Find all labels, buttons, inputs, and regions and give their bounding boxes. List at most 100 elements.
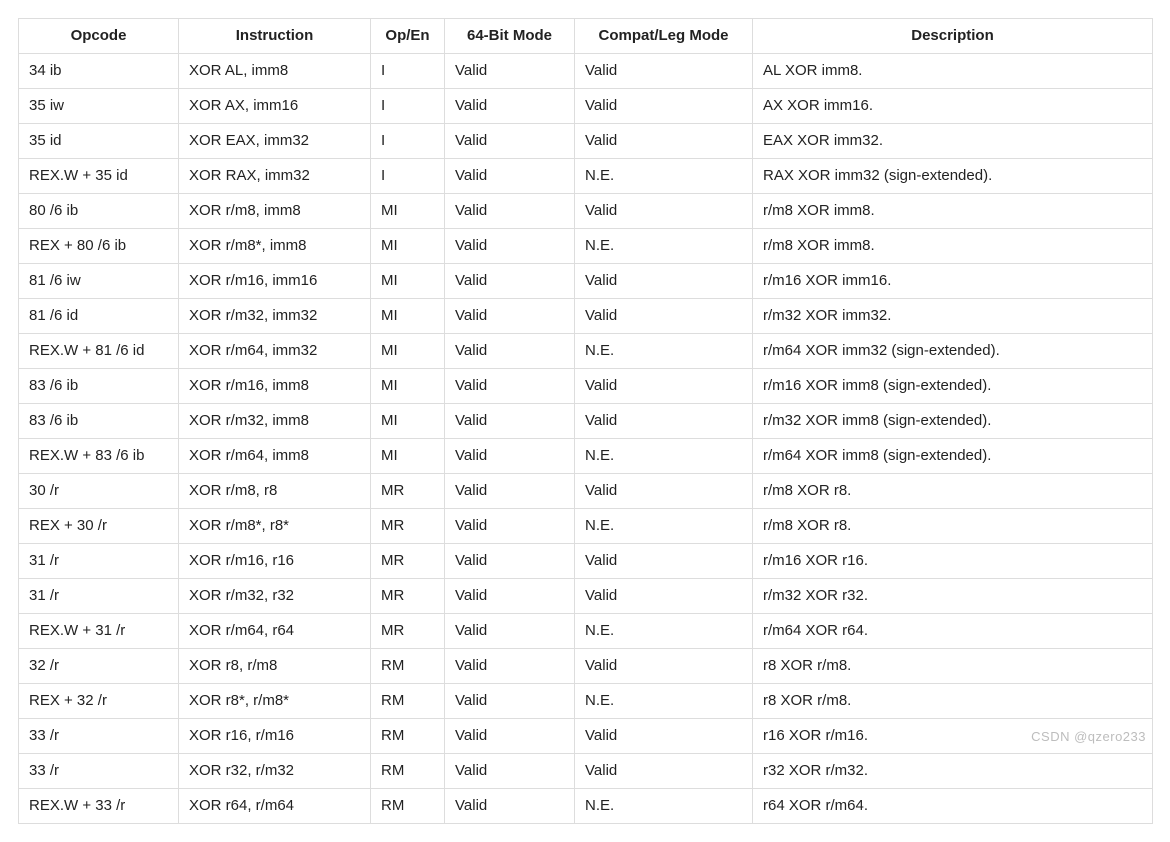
instruction-reference-table: Opcode Instruction Op/En 64-Bit Mode Com…: [18, 18, 1153, 824]
cell-opcode: REX + 30 /r: [19, 509, 179, 544]
cell-mode64: Valid: [445, 439, 575, 474]
cell-compat: Valid: [575, 719, 753, 754]
cell-opcode: 33 /r: [19, 754, 179, 789]
cell-instruction: XOR r/m32, imm32: [179, 299, 371, 334]
col-header-instruction: Instruction: [179, 19, 371, 54]
cell-opcode: 81 /6 id: [19, 299, 179, 334]
cell-opEn: MR: [371, 614, 445, 649]
cell-instruction: XOR AX, imm16: [179, 89, 371, 124]
cell-opEn: RM: [371, 789, 445, 824]
cell-description: r/m16 XOR imm16.: [753, 264, 1153, 299]
cell-compat: N.E.: [575, 789, 753, 824]
cell-instruction: XOR RAX, imm32: [179, 159, 371, 194]
col-header-compat-mode: Compat/Leg Mode: [575, 19, 753, 54]
cell-compat: Valid: [575, 544, 753, 579]
cell-description: r/m32 XOR imm32.: [753, 299, 1153, 334]
cell-mode64: Valid: [445, 579, 575, 614]
cell-opcode: 83 /6 ib: [19, 369, 179, 404]
cell-compat: Valid: [575, 264, 753, 299]
cell-opEn: MI: [371, 334, 445, 369]
table-row: 35 idXOR EAX, imm32IValidValidEAX XOR im…: [19, 124, 1153, 159]
cell-compat: N.E.: [575, 439, 753, 474]
cell-opEn: MI: [371, 194, 445, 229]
cell-opEn: MR: [371, 579, 445, 614]
cell-description: r/m8 XOR imm8.: [753, 229, 1153, 264]
cell-opEn: I: [371, 54, 445, 89]
cell-instruction: XOR r/m16, imm8: [179, 369, 371, 404]
cell-opcode: 81 /6 iw: [19, 264, 179, 299]
cell-compat: Valid: [575, 404, 753, 439]
table-header-row: Opcode Instruction Op/En 64-Bit Mode Com…: [19, 19, 1153, 54]
cell-compat: Valid: [575, 754, 753, 789]
cell-description: r/m32 XOR r32.: [753, 579, 1153, 614]
cell-mode64: Valid: [445, 334, 575, 369]
cell-opEn: MI: [371, 369, 445, 404]
col-header-op-en: Op/En: [371, 19, 445, 54]
cell-description: r/m64 XOR imm8 (sign-extended).: [753, 439, 1153, 474]
cell-description: RAX XOR imm32 (sign-extended).: [753, 159, 1153, 194]
cell-opcode: REX.W + 83 /6 ib: [19, 439, 179, 474]
cell-instruction: XOR r32, r/m32: [179, 754, 371, 789]
cell-mode64: Valid: [445, 789, 575, 824]
cell-mode64: Valid: [445, 754, 575, 789]
cell-description: r8 XOR r/m8.: [753, 649, 1153, 684]
cell-instruction: XOR EAX, imm32: [179, 124, 371, 159]
table-row: 81 /6 idXOR r/m32, imm32MIValidValidr/m3…: [19, 299, 1153, 334]
cell-instruction: XOR r/m8*, r8*: [179, 509, 371, 544]
cell-instruction: XOR r/m8*, imm8: [179, 229, 371, 264]
cell-opEn: MI: [371, 229, 445, 264]
cell-mode64: Valid: [445, 614, 575, 649]
cell-instruction: XOR r/m8, r8: [179, 474, 371, 509]
cell-opEn: I: [371, 159, 445, 194]
cell-opcode: REX + 32 /r: [19, 684, 179, 719]
table-row: REX.W + 81 /6 idXOR r/m64, imm32MIValidN…: [19, 334, 1153, 369]
cell-opcode: 83 /6 ib: [19, 404, 179, 439]
cell-mode64: Valid: [445, 509, 575, 544]
cell-opcode: 32 /r: [19, 649, 179, 684]
cell-compat: Valid: [575, 54, 753, 89]
cell-mode64: Valid: [445, 719, 575, 754]
cell-opcode: REX.W + 31 /r: [19, 614, 179, 649]
cell-compat: N.E.: [575, 159, 753, 194]
cell-mode64: Valid: [445, 124, 575, 159]
cell-mode64: Valid: [445, 299, 575, 334]
cell-description: r/m32 XOR imm8 (sign-extended).: [753, 404, 1153, 439]
cell-compat: N.E.: [575, 229, 753, 264]
cell-opEn: I: [371, 124, 445, 159]
cell-opEn: RM: [371, 754, 445, 789]
cell-description: r16 XOR r/m16.: [753, 719, 1153, 754]
cell-opEn: MI: [371, 299, 445, 334]
cell-description: EAX XOR imm32.: [753, 124, 1153, 159]
cell-mode64: Valid: [445, 264, 575, 299]
cell-description: r/m64 XOR imm32 (sign-extended).: [753, 334, 1153, 369]
cell-description: r32 XOR r/m32.: [753, 754, 1153, 789]
cell-instruction: XOR r/m32, imm8: [179, 404, 371, 439]
cell-mode64: Valid: [445, 229, 575, 264]
cell-opEn: I: [371, 89, 445, 124]
cell-description: AL XOR imm8.: [753, 54, 1153, 89]
cell-mode64: Valid: [445, 194, 575, 229]
cell-description: r/m8 XOR r8.: [753, 509, 1153, 544]
table-row: REX + 32 /rXOR r8*, r/m8*RMValidN.E.r8 X…: [19, 684, 1153, 719]
cell-compat: Valid: [575, 299, 753, 334]
cell-opEn: MI: [371, 439, 445, 474]
cell-mode64: Valid: [445, 369, 575, 404]
cell-mode64: Valid: [445, 404, 575, 439]
col-header-opcode: Opcode: [19, 19, 179, 54]
cell-description: r/m16 XOR r16.: [753, 544, 1153, 579]
cell-instruction: XOR r64, r/m64: [179, 789, 371, 824]
table-row: 34 ibXOR AL, imm8IValidValidAL XOR imm8.: [19, 54, 1153, 89]
cell-compat: N.E.: [575, 334, 753, 369]
cell-opEn: RM: [371, 684, 445, 719]
cell-instruction: XOR r/m32, r32: [179, 579, 371, 614]
table-row: 31 /rXOR r/m32, r32MRValidValidr/m32 XOR…: [19, 579, 1153, 614]
cell-opEn: RM: [371, 649, 445, 684]
cell-compat: Valid: [575, 579, 753, 614]
table-row: 83 /6 ibXOR r/m32, imm8MIValidValidr/m32…: [19, 404, 1153, 439]
cell-opEn: MI: [371, 404, 445, 439]
cell-opEn: MR: [371, 509, 445, 544]
table-row: REX + 80 /6 ibXOR r/m8*, imm8MIValidN.E.…: [19, 229, 1153, 264]
table-row: 32 /rXOR r8, r/m8RMValidValidr8 XOR r/m8…: [19, 649, 1153, 684]
cell-opcode: 80 /6 ib: [19, 194, 179, 229]
cell-opcode: 33 /r: [19, 719, 179, 754]
